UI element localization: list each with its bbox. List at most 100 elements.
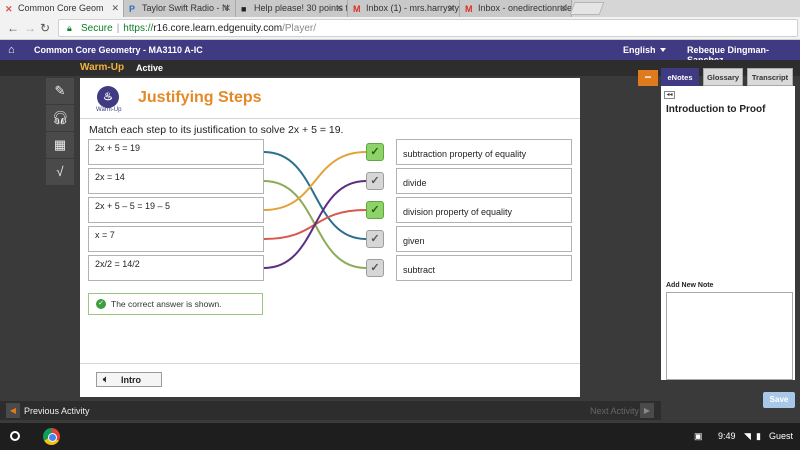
step-box-1[interactable]: 2x = 14 xyxy=(88,168,264,194)
tab-close-icon[interactable]: ✕ xyxy=(447,3,455,14)
justification-box-1[interactable]: divide xyxy=(396,168,572,194)
step-box-4[interactable]: 2x/2 = 14/2 xyxy=(88,255,264,281)
launcher-icon[interactable] xyxy=(10,431,20,441)
headphones-icon: 🎧︎ xyxy=(51,110,69,125)
check-indicator-3: ✓ xyxy=(366,230,384,248)
url-host: r16.core.learn.edgenuity.com xyxy=(153,23,283,34)
check-icon: ✓ xyxy=(370,204,380,216)
course-title: Common Core Geometry - MA3110 A-IC xyxy=(34,45,203,55)
pencil-tool-button[interactable]: ✎ xyxy=(46,78,74,104)
activity-status: Active xyxy=(136,63,164,73)
user-status[interactable]: Guest xyxy=(769,431,793,441)
chrome-icon[interactable] xyxy=(43,428,60,445)
check-indicator-4: ✓ xyxy=(366,259,384,277)
pencil-icon: ✎ xyxy=(54,83,66,98)
step-box-0[interactable]: 2x + 5 = 19 xyxy=(88,139,264,165)
browser-tab-3[interactable]: M Inbox (1) - mrs.harrystyle ✕ xyxy=(348,0,460,17)
browser-tab-0[interactable]: ✕ Common Core Geom ✕ xyxy=(0,0,124,17)
browser-tab-4[interactable]: M Inbox - onedirectionrulez ✕ xyxy=(460,0,572,17)
url-path: /Player/ xyxy=(282,23,316,34)
justification-box-2[interactable]: division property of equality xyxy=(396,197,572,223)
browser-toolbar: ← → ↻ 🔒︎ Secure | https://r16.core.learn.e… xyxy=(0,17,800,40)
audio-tool-button[interactable]: 🎧︎ xyxy=(46,105,74,131)
tab-glossary[interactable]: Glossary xyxy=(703,68,743,86)
side-panel-tabs: eNotes Glossary Transcript xyxy=(661,68,795,86)
tab-close-icon[interactable]: ✕ xyxy=(223,3,231,14)
tab-close-icon[interactable]: ✕ xyxy=(335,3,343,14)
lesson-panel: ♨ Warm-Up Justifying Steps Match each st… xyxy=(80,78,580,397)
step-box-2[interactable]: 2x + 5 – 5 = 19 – 5 xyxy=(88,197,264,223)
activity-title: Warm-Up xyxy=(80,62,125,73)
next-arrow-icon[interactable]: ▶ xyxy=(640,403,654,418)
minus-icon: − xyxy=(644,70,652,84)
check-indicator-1: ✓ xyxy=(366,172,384,190)
square-root-icon: √ xyxy=(56,164,64,179)
previous-activity-link[interactable]: Previous Activity xyxy=(24,406,90,416)
wifi-icon: ◥ xyxy=(744,431,751,441)
back-arrow-icon[interactable]: ← xyxy=(7,21,19,35)
app-header: ⌂ Common Core Geometry - MA3110 A-IC Eng… xyxy=(0,40,800,65)
tab-close-icon[interactable]: ✕ xyxy=(111,3,119,14)
feedback-message: ✓ The correct answer is shown. xyxy=(88,293,263,315)
previous-arrow-icon[interactable]: ◀ xyxy=(6,403,20,418)
browser-tab-2[interactable]: ■ Help please! 30 points f ✕ xyxy=(236,0,348,17)
check-indicator-0: ✓ xyxy=(366,143,384,161)
browser-tab-label: Inbox (1) - mrs.harrystyle xyxy=(366,3,460,13)
check-icon: ✓ xyxy=(370,175,380,187)
clock[interactable]: 9:49 xyxy=(718,431,736,441)
match-line-2 xyxy=(263,151,367,211)
url-scheme: https:// xyxy=(123,23,154,34)
add-note-label: Add New Note xyxy=(666,282,714,289)
footer-divider xyxy=(80,363,580,364)
tab-enotes[interactable]: eNotes xyxy=(661,68,699,86)
browser-tab-1[interactable]: P Taylor Swift Radio - N ✕ xyxy=(124,0,236,17)
x-favicon-icon: ✕ xyxy=(5,4,13,14)
tab-transcript[interactable]: Transcript xyxy=(747,68,793,86)
gmail-icon: M xyxy=(353,4,361,14)
browser-tab-label: Taylor Swift Radio - N xyxy=(142,3,229,13)
justification-box-0[interactable]: subtraction property of equality xyxy=(396,139,572,165)
battery-icon: ▮ xyxy=(756,431,761,441)
reload-icon[interactable]: ↻ xyxy=(40,21,50,35)
forward-arrow-icon[interactable]: → xyxy=(24,21,36,35)
tab-close-icon[interactable]: ✕ xyxy=(559,3,567,14)
calculator-icon: ▦ xyxy=(53,137,67,152)
speaker-icon: 🔈︎ xyxy=(103,374,109,384)
browser-tab-label: Help please! 30 points f xyxy=(254,3,348,13)
calculator-tool-button[interactable]: ▦ xyxy=(46,132,74,158)
step-box-3[interactable]: x = 7 xyxy=(88,226,264,252)
tool-rail: ✎ 🎧︎ ▦ √ xyxy=(46,78,74,186)
check-circle-icon: ✓ xyxy=(96,299,106,309)
intro-label: Intro xyxy=(121,375,141,385)
browser-tab-label: Inbox - onedirectionrulez xyxy=(478,3,572,13)
address-bar[interactable]: 🔒︎ Secure | https://r16.core.learn.edgenui… xyxy=(58,19,798,37)
note-input[interactable] xyxy=(666,292,793,380)
brainly-icon: ■ xyxy=(241,4,247,14)
secure-label: Secure xyxy=(81,23,113,34)
side-panel: ◂◂ Introduction to Proof Add New Note xyxy=(661,86,795,380)
new-tab-button[interactable] xyxy=(569,2,605,15)
check-icon: ✓ xyxy=(370,146,380,158)
save-note-button[interactable]: Save xyxy=(763,392,795,408)
formula-tool-button[interactable]: √ xyxy=(46,159,74,185)
os-shelf: ▣ 9:49 ◥ ▮ Guest xyxy=(0,423,800,450)
check-indicator-2: ✓ xyxy=(366,201,384,219)
lock-icon: 🔒︎ xyxy=(67,23,72,33)
justification-box-3[interactable]: given xyxy=(396,226,572,252)
minimize-panel-button[interactable]: − xyxy=(638,70,658,86)
home-icon[interactable]: ⌂ xyxy=(8,44,15,56)
language-selector[interactable]: English xyxy=(623,45,666,55)
activity-navigation: ◀ Previous Activity Next Activity ▶ xyxy=(0,401,661,420)
browser-tab-label: Common Core Geom xyxy=(18,3,104,13)
check-icon: ✓ xyxy=(370,233,380,245)
feedback-text: The correct answer is shown. xyxy=(111,299,222,309)
justification-box-4[interactable]: subtract xyxy=(396,255,572,281)
notification-icon[interactable]: ▣ xyxy=(694,431,703,442)
intro-button[interactable]: 🔈︎ Intro xyxy=(96,372,162,387)
gmail-icon: M xyxy=(465,4,473,14)
collapse-icon[interactable]: ◂◂ xyxy=(664,91,675,99)
browser-tab-strip: ✕ Common Core Geom ✕ P Taylor Swift Radi… xyxy=(0,0,800,17)
check-icon: ✓ xyxy=(370,262,380,274)
pandora-icon: P xyxy=(129,4,136,14)
next-activity-link[interactable]: Next Activity xyxy=(590,406,639,416)
